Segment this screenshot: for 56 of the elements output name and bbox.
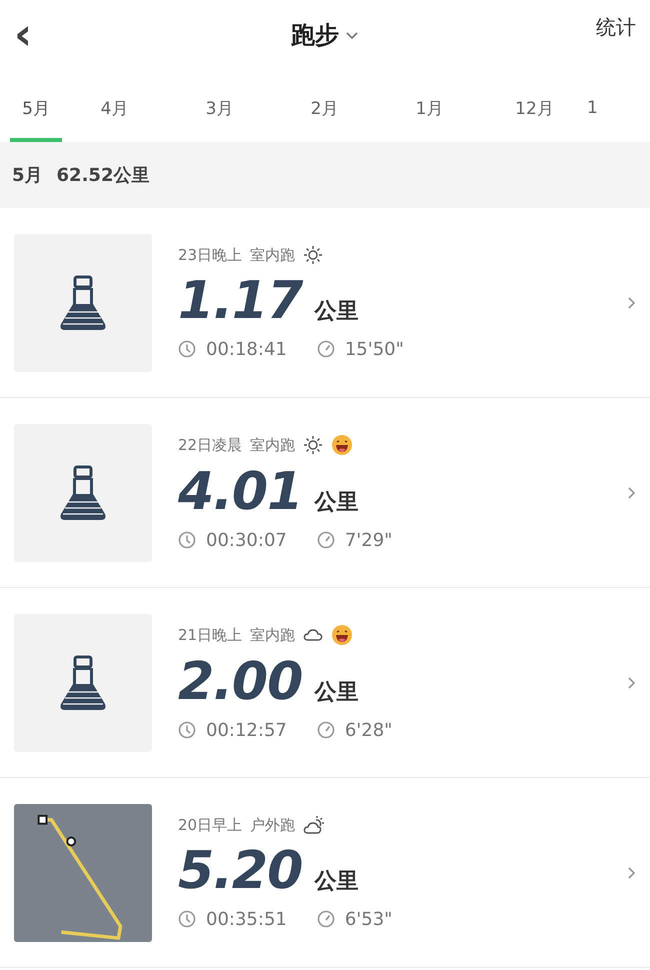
record-type: 室内跑 [250, 246, 296, 265]
gauge-icon [316, 910, 335, 928]
distance-unit: 公里 [314, 489, 358, 518]
gauge-icon [316, 721, 335, 740]
month-tab[interactable]: 1月 [377, 70, 482, 142]
summary-month: 5月 [12, 164, 43, 187]
clock-icon [178, 531, 196, 550]
month-tab[interactable]: 3月 [167, 70, 272, 142]
pace-value: 6'28" [344, 720, 392, 741]
summary-total: 62.52公里 [56, 164, 150, 187]
clock-icon [178, 340, 196, 358]
record-type: 室内跑 [250, 626, 296, 645]
clock-icon [178, 721, 196, 740]
sun-icon [303, 245, 324, 266]
run-record[interactable]: 23日晚上 室内跑 1.17 公里 00:18:41 15'50" [0, 208, 650, 398]
sport-selector[interactable]: 跑步 [291, 19, 359, 51]
distance-value: 5.20 [178, 843, 302, 901]
cloud-icon [303, 628, 324, 642]
duration-value: 00:30:07 [206, 530, 287, 551]
record-date: 20日早上 [178, 816, 242, 835]
distance-value: 4.01 [178, 464, 302, 522]
duration-value: 00:12:57 [206, 720, 287, 741]
chevron-right-icon [627, 486, 636, 500]
back-button[interactable]: ‹ [14, 13, 54, 57]
duration-value: 00:35:51 [206, 908, 287, 930]
caret-icon [345, 30, 359, 40]
gauge-icon [316, 531, 335, 550]
record-date: 22日凌晨 [178, 436, 242, 455]
month-tab[interactable]: 1 [587, 70, 607, 142]
distance-value: 1.17 [178, 273, 302, 331]
distance-unit: 公里 [314, 679, 358, 708]
sun-icon [303, 435, 324, 456]
run-record[interactable]: 22日凌晨 室内跑 4.01 公里 00:30:07 7'29" [0, 398, 650, 588]
chevron-right-icon [627, 866, 636, 880]
distance-unit: 公里 [314, 868, 358, 896]
pace-value: 15'50" [344, 338, 404, 360]
statistics-button[interactable]: 统计 [596, 14, 636, 41]
record-type: 户外跑 [250, 816, 296, 835]
record-date: 21日晚上 [178, 626, 242, 645]
gauge-icon [316, 340, 335, 358]
chevron-right-icon [627, 296, 636, 310]
clock-icon [178, 910, 196, 928]
record-date: 23日晚上 [178, 246, 242, 265]
month-tab[interactable]: 2月 [272, 70, 377, 142]
pace-value: 6'53" [344, 908, 392, 930]
pace-value: 7'29" [344, 530, 392, 551]
month-tab[interactable]: 12月 [482, 70, 587, 142]
month-tab[interactable]: 4月 [62, 70, 167, 142]
distance-unit: 公里 [314, 298, 358, 326]
partly-cloudy-icon [303, 815, 326, 836]
chevron-right-icon [627, 676, 636, 690]
distance-value: 2.00 [178, 654, 302, 712]
run-record[interactable]: 20日早上 户外跑 5.20 公里 00:35:51 6'53" [0, 778, 650, 968]
duration-value: 00:18:41 [206, 338, 287, 360]
record-type: 室内跑 [250, 436, 296, 455]
run-record[interactable]: 21日晚上 室内跑 2.00 公里 00:12:57 6'28" [0, 588, 650, 778]
